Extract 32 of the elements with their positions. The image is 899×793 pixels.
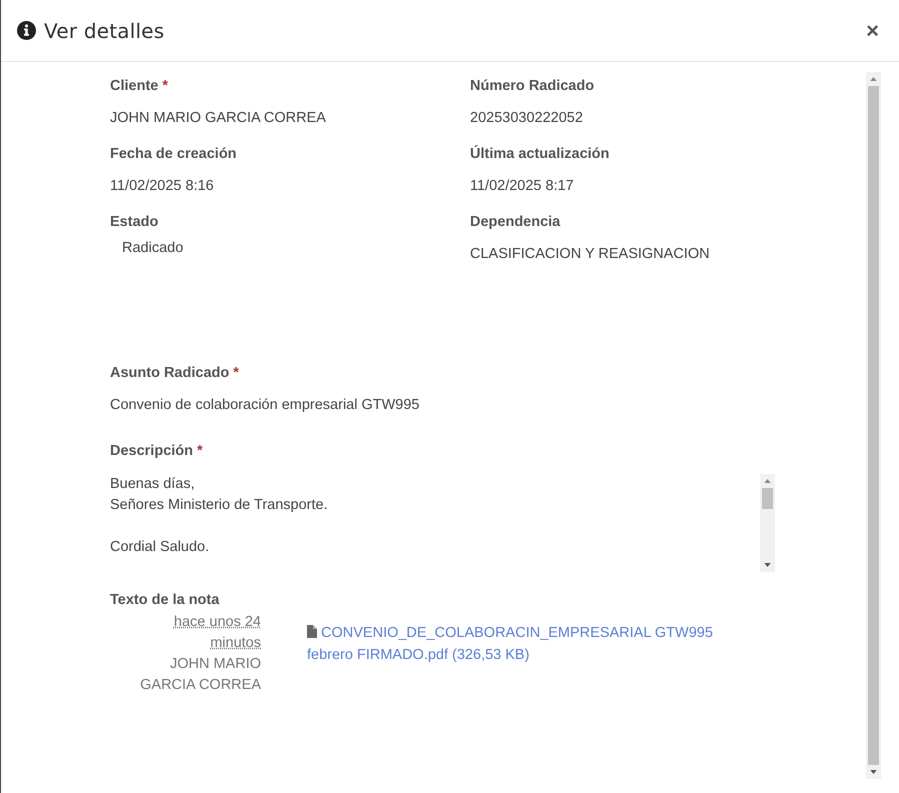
note-time: hace unos 24 minutos xyxy=(172,613,261,653)
field-label: Descripción * xyxy=(110,443,204,459)
note-author: JOHN MARIO GARCIA CORREA xyxy=(139,655,261,695)
scroll-thumb[interactable] xyxy=(868,86,879,765)
field-label: Fecha de creación xyxy=(110,146,238,162)
field-value: JOHN MARIO GARCIA CORREA xyxy=(110,110,327,126)
scrollbar[interactable] xyxy=(760,474,775,572)
info-icon xyxy=(17,21,36,40)
file-icon xyxy=(307,625,317,638)
field-value: 11/02/2025 8:16 xyxy=(110,178,215,194)
scroll-down-arrow-icon[interactable] xyxy=(870,770,877,774)
scroll-thumb[interactable] xyxy=(762,488,773,509)
field-label: Texto de la nota xyxy=(110,592,220,608)
scroll-up-arrow-icon[interactable] xyxy=(764,479,771,483)
scroll-up-arrow-icon[interactable] xyxy=(870,77,877,81)
field-value: 20253030222052 xyxy=(470,110,584,126)
field-label: Cliente * xyxy=(110,78,170,94)
field-label: Número Radicado xyxy=(470,78,596,94)
field-label: Asunto Radicado * xyxy=(110,365,240,381)
window-title: Ver detalles xyxy=(44,18,166,42)
field-label: Dependencia xyxy=(470,214,562,230)
attachment-link[interactable]: CONVENIO_DE_COLABORACIN_EMPRESARIAL GTW995 febrero FIRMADO.pdf (326,53 KB) xyxy=(307,622,737,666)
status-label: Radicado xyxy=(121,240,184,256)
field-value: CLASIFICACION Y REASIGNACION xyxy=(470,246,711,262)
scroll-down-arrow-icon[interactable] xyxy=(764,563,771,567)
field-value: Convenio de colaboración empresarial GTW995 xyxy=(110,397,420,413)
field-value: 11/02/2025 8:17 xyxy=(470,178,575,194)
description-text: Buenas días, Señores Ministerio de Transporte. Cordial Saludo. xyxy=(110,475,329,557)
field-label: Estado xyxy=(110,214,160,230)
close-button[interactable]: × xyxy=(862,20,883,42)
scrollbar[interactable] xyxy=(866,72,881,779)
field-label: Última actualización xyxy=(470,146,610,162)
